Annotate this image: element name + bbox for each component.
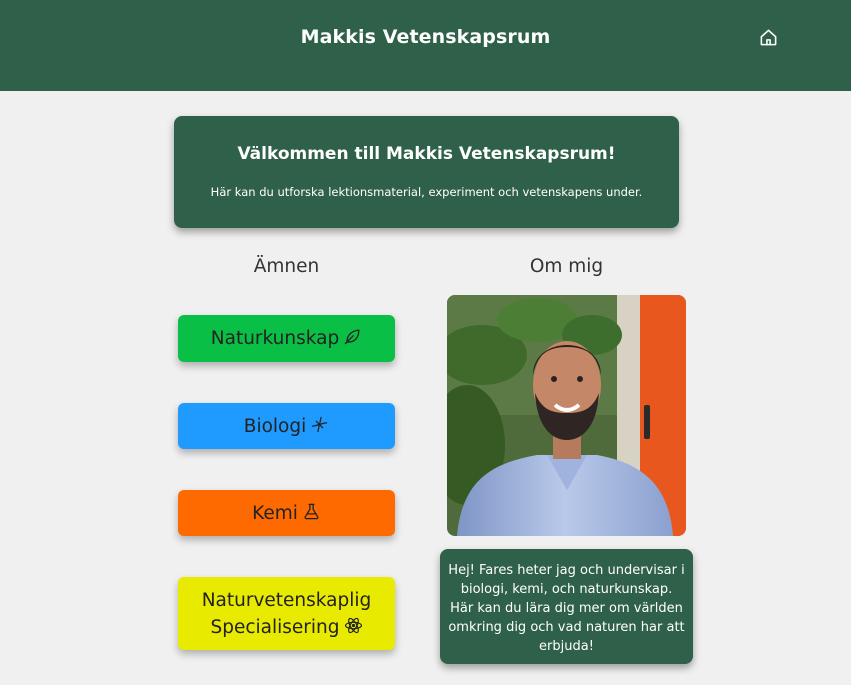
kemi-label: Kemi — [252, 502, 298, 524]
about-text: Hej! Fares heter jag och undervisar i bi… — [448, 563, 685, 654]
about-text-box: Hej! Fares heter jag och undervisar i bi… — [440, 549, 693, 664]
welcome-title: Välkommen till Makkis Vetenskapsrum! — [237, 144, 616, 164]
spec-label-line2: Specialisering — [210, 616, 340, 638]
naturvetenskaplig-specialisering-button[interactable]: Naturvetenskaplig Specialisering — [178, 577, 395, 650]
home-icon — [760, 29, 776, 45]
atom-icon — [344, 617, 362, 633]
welcome-banner: Välkommen till Makkis Vetenskapsrum! Här… — [174, 116, 679, 228]
biologi-label: Biologi — [243, 415, 307, 437]
flask-icon — [304, 503, 319, 519]
portrait-photo — [447, 295, 686, 536]
kemi-button[interactable]: Kemi — [178, 490, 395, 536]
welcome-text: Här kan du utforska lektionsmaterial, ex… — [210, 185, 643, 199]
dna-icon — [311, 416, 328, 432]
spec-label-line1: Naturvetenskaplig — [201, 589, 372, 611]
site-title: Makkis Vetenskapsrum — [300, 26, 551, 48]
biologi-button[interactable]: Biologi — [178, 403, 395, 449]
about-heading: Om mig — [529, 256, 604, 277]
leaf-icon — [344, 329, 360, 345]
header: Makkis Vetenskapsrum — [0, 0, 851, 91]
home-button[interactable] — [757, 26, 779, 48]
naturkunskap-button[interactable]: Naturkunskap — [178, 315, 395, 362]
subjects-heading: Ämnen — [253, 256, 320, 277]
naturkunskap-label: Naturkunskap — [210, 328, 340, 349]
